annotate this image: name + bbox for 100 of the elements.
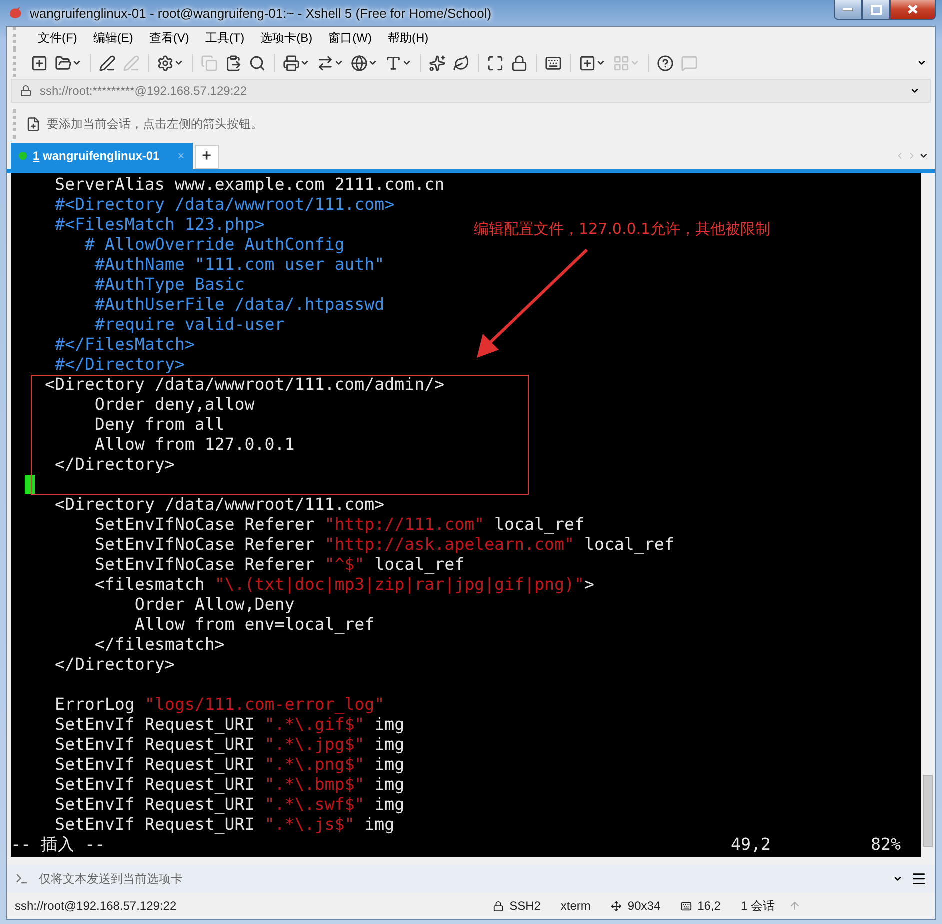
- address-bar[interactable]: ssh://root:*********@192.168.57.129:22: [11, 79, 931, 103]
- terminal-text: "\.(txt|doc|mp3|zip|rar|jpg|gif|png)": [214, 575, 584, 595]
- scrollbar[interactable]: [921, 173, 935, 857]
- font-icon[interactable]: [385, 54, 402, 72]
- terminal-text: ".*\.png$": [264, 755, 365, 775]
- compose-bar[interactable]: 仅将文本发送到当前选项卡: [7, 865, 935, 893]
- cursor-position: 49,2: [731, 835, 772, 855]
- terminal-text: ServerAlias www.example.com 2111.com.cn: [54, 175, 445, 195]
- lock-icon[interactable]: [511, 54, 528, 72]
- session-count: 1 会话: [740, 898, 775, 914]
- terminal-text: SetEnvIf Request_URI: [54, 795, 256, 815]
- terminal-text: SetEnvIf Request_URI: [54, 815, 256, 835]
- menu-item[interactable]: 帮助(H): [380, 28, 437, 48]
- add-icon[interactable]: [579, 54, 596, 72]
- terminal-text: local_ref: [494, 515, 584, 535]
- terminal-icon: [15, 872, 29, 886]
- menu-item[interactable]: 编辑(E): [85, 28, 142, 48]
- terminal-text: SetEnvIf Request_URI: [54, 735, 256, 755]
- caret-icon[interactable]: [402, 58, 412, 68]
- terminal-text: ".*\.swf$": [264, 795, 365, 815]
- terminal-text: local_ref: [583, 535, 674, 555]
- terminal-text: </Directory>: [54, 655, 175, 675]
- lock-icon: [20, 85, 32, 97]
- fullscreen-icon[interactable]: [487, 54, 504, 72]
- paste-icon[interactable]: [225, 54, 242, 72]
- terminal-text: #<FilesMatch 123.php>: [54, 215, 265, 235]
- sparkle-icon[interactable]: [429, 54, 446, 72]
- tab-list-icon[interactable]: [919, 151, 929, 161]
- terminal-text: <Directory /data/wwwroot/111.com>: [54, 495, 385, 515]
- minimize-button[interactable]: [834, 0, 862, 20]
- lock-icon: [492, 900, 504, 912]
- terminal-text: ".*\.jpg$": [264, 735, 365, 755]
- close-icon: [907, 4, 919, 15]
- terminal-text: "^$": [324, 555, 365, 575]
- terminal-text: ".*\.gif$": [264, 715, 365, 735]
- new-tab-button[interactable]: +: [194, 145, 219, 169]
- terminal-text: "logs/111.com-error_log": [144, 695, 385, 715]
- app-logo-icon: [8, 5, 24, 21]
- terminal-text: SetEnvIfNoCase Referer: [94, 535, 316, 555]
- terminal-text: "http://ask.apelearn.com": [324, 535, 574, 555]
- menu-item[interactable]: 工具(T): [197, 28, 253, 48]
- dropdown-icon[interactable]: [910, 86, 920, 96]
- help-icon[interactable]: [657, 54, 674, 72]
- terminal-text: </Directory>: [54, 455, 175, 475]
- text-cursor: [25, 475, 35, 494]
- globe-icon[interactable]: [351, 54, 368, 72]
- terminal-size: 90x34: [628, 899, 661, 913]
- tab-label: 1 wangruifenglinux-01: [33, 149, 160, 163]
- terminal-text: <filesmatch: [94, 575, 206, 595]
- compose-input[interactable]: 仅将文本发送到当前选项卡: [37, 871, 885, 887]
- terminal-text: "http://111.com": [324, 515, 485, 535]
- caret-icon[interactable]: [174, 58, 184, 68]
- up-arrow-icon: [789, 900, 801, 912]
- menu-item[interactable]: 查看(V): [141, 28, 198, 48]
- terminal-type: xterm: [560, 899, 591, 913]
- session-tab[interactable]: 1 wangruifenglinux-01 ×: [11, 143, 193, 169]
- terminal-text: img: [364, 815, 395, 835]
- folder-icon[interactable]: [55, 54, 72, 72]
- pencil-icon[interactable]: [99, 54, 116, 72]
- terminal-text: SetEnvIf Request_URI: [54, 755, 256, 775]
- terminal-text: Order deny,allow: [94, 395, 255, 415]
- terminal-text: img: [374, 755, 405, 775]
- menu-item[interactable]: 文件(F): [30, 28, 86, 48]
- hint-text: 要添加当前会话，点击左侧的箭头按钮。: [47, 116, 263, 132]
- search-icon[interactable]: [249, 54, 266, 72]
- menu-icon[interactable]: [911, 871, 927, 887]
- caret-icon[interactable]: [596, 58, 606, 68]
- gear-window-icon[interactable]: [157, 54, 174, 72]
- maximize-icon: [870, 4, 882, 14]
- caret-icon[interactable]: [368, 58, 378, 68]
- toolbar-options-icon[interactable]: [917, 58, 927, 68]
- dropdown-icon[interactable]: [893, 874, 903, 884]
- leaf-icon[interactable]: [453, 54, 470, 72]
- terminal-text: #AuthName "111.com user auth": [94, 255, 385, 275]
- maximize-button[interactable]: [862, 0, 890, 20]
- transfer-icon[interactable]: [317, 54, 334, 72]
- terminal-text: Allow from 127.0.0.1: [94, 435, 295, 455]
- terminal-text: </filesmatch>: [94, 635, 225, 655]
- terminal-text: img: [374, 715, 405, 735]
- caret-icon[interactable]: [334, 58, 344, 68]
- window-title: wangruifenglinux-01 - root@wangruifeng-01:~ - Xshell 5 (Free for Home/School): [30, 6, 493, 20]
- close-button[interactable]: [890, 0, 936, 20]
- terminal-text: SetEnvIf Request_URI: [54, 775, 256, 795]
- terminal-text: #</Directory>: [54, 355, 185, 375]
- terminal-text: Allow from env=local_ref: [134, 615, 375, 635]
- printer-icon[interactable]: [283, 54, 300, 72]
- terminal-text: #AuthType Basic: [94, 275, 245, 295]
- terminal-text: Order Allow,Deny: [134, 595, 295, 615]
- keyboard-icon[interactable]: [545, 54, 562, 72]
- menu-item[interactable]: 窗口(W): [320, 28, 380, 48]
- menu-item[interactable]: 选项卡(B): [252, 28, 321, 48]
- scroll-percent: 82%: [871, 835, 902, 855]
- terminal-text: local_ref: [374, 555, 465, 575]
- connection-address: ssh://root@192.168.57.129:22: [15, 899, 177, 913]
- terminal-text: ErrorLog: [54, 695, 136, 715]
- minimize-icon: [843, 8, 853, 12]
- new-window-icon[interactable]: [31, 54, 48, 72]
- caret-icon[interactable]: [300, 58, 310, 68]
- caret-icon[interactable]: [72, 58, 82, 68]
- add-session-icon[interactable]: [26, 116, 41, 132]
